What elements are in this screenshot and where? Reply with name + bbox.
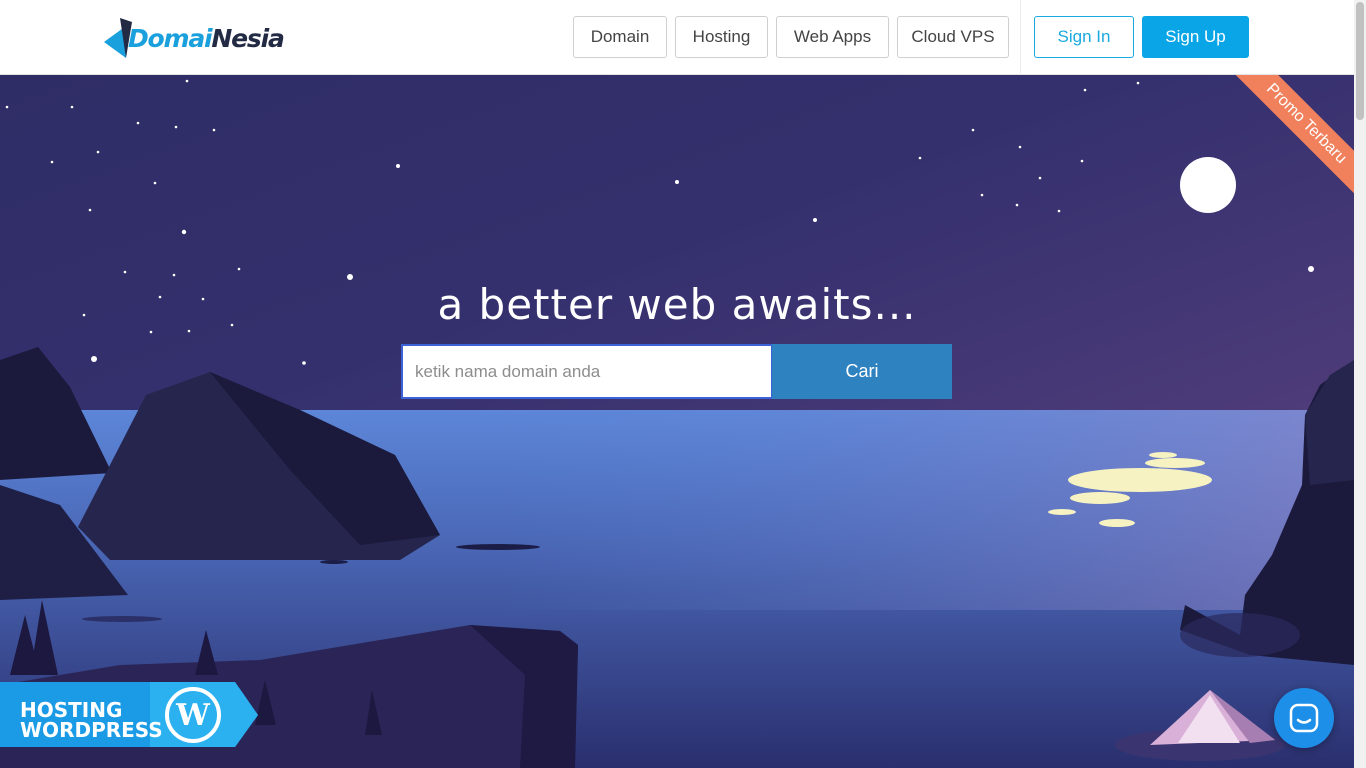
logo[interactable]: DomaiNesia [104, 17, 285, 59]
nav-web-apps[interactable]: Web Apps [776, 16, 889, 58]
nav-domain[interactable]: Domain [573, 16, 667, 58]
sign-up-button[interactable]: Sign Up [1142, 16, 1249, 58]
badge-line-2: WORDPRESS [20, 718, 163, 742]
night-landscape-illustration [0, 79, 1354, 768]
header-divider [1020, 0, 1021, 75]
hero-section: Promo Terbaru a better web awaits... Car… [0, 75, 1354, 768]
hosting-wordpress-badge[interactable]: W HOSTING WORDPRESS [0, 682, 260, 747]
scrollbar-thumb[interactable] [1356, 2, 1364, 120]
moon [1180, 157, 1236, 213]
chat-icon [1289, 703, 1319, 733]
badge-line-1: HOSTING [20, 698, 123, 722]
badge-text: HOSTING WORDPRESS [20, 700, 163, 740]
sign-in-button[interactable]: Sign In [1034, 16, 1134, 58]
site-header: DomaiNesia Domain Hosting Web Apps Cloud… [0, 0, 1354, 75]
domain-search-input[interactable] [401, 344, 773, 399]
page-scrollbar[interactable] [1354, 0, 1366, 768]
logo-text: DomaiNesia [128, 23, 285, 53]
nav-hosting[interactable]: Hosting [675, 16, 768, 58]
nav-cloud-vps[interactable]: Cloud VPS [897, 16, 1009, 58]
hero-tagline: a better web awaits... [437, 280, 917, 329]
chat-launcher-button[interactable] [1274, 688, 1334, 748]
search-button[interactable]: Cari [772, 344, 952, 399]
svg-text:W: W [175, 698, 211, 733]
